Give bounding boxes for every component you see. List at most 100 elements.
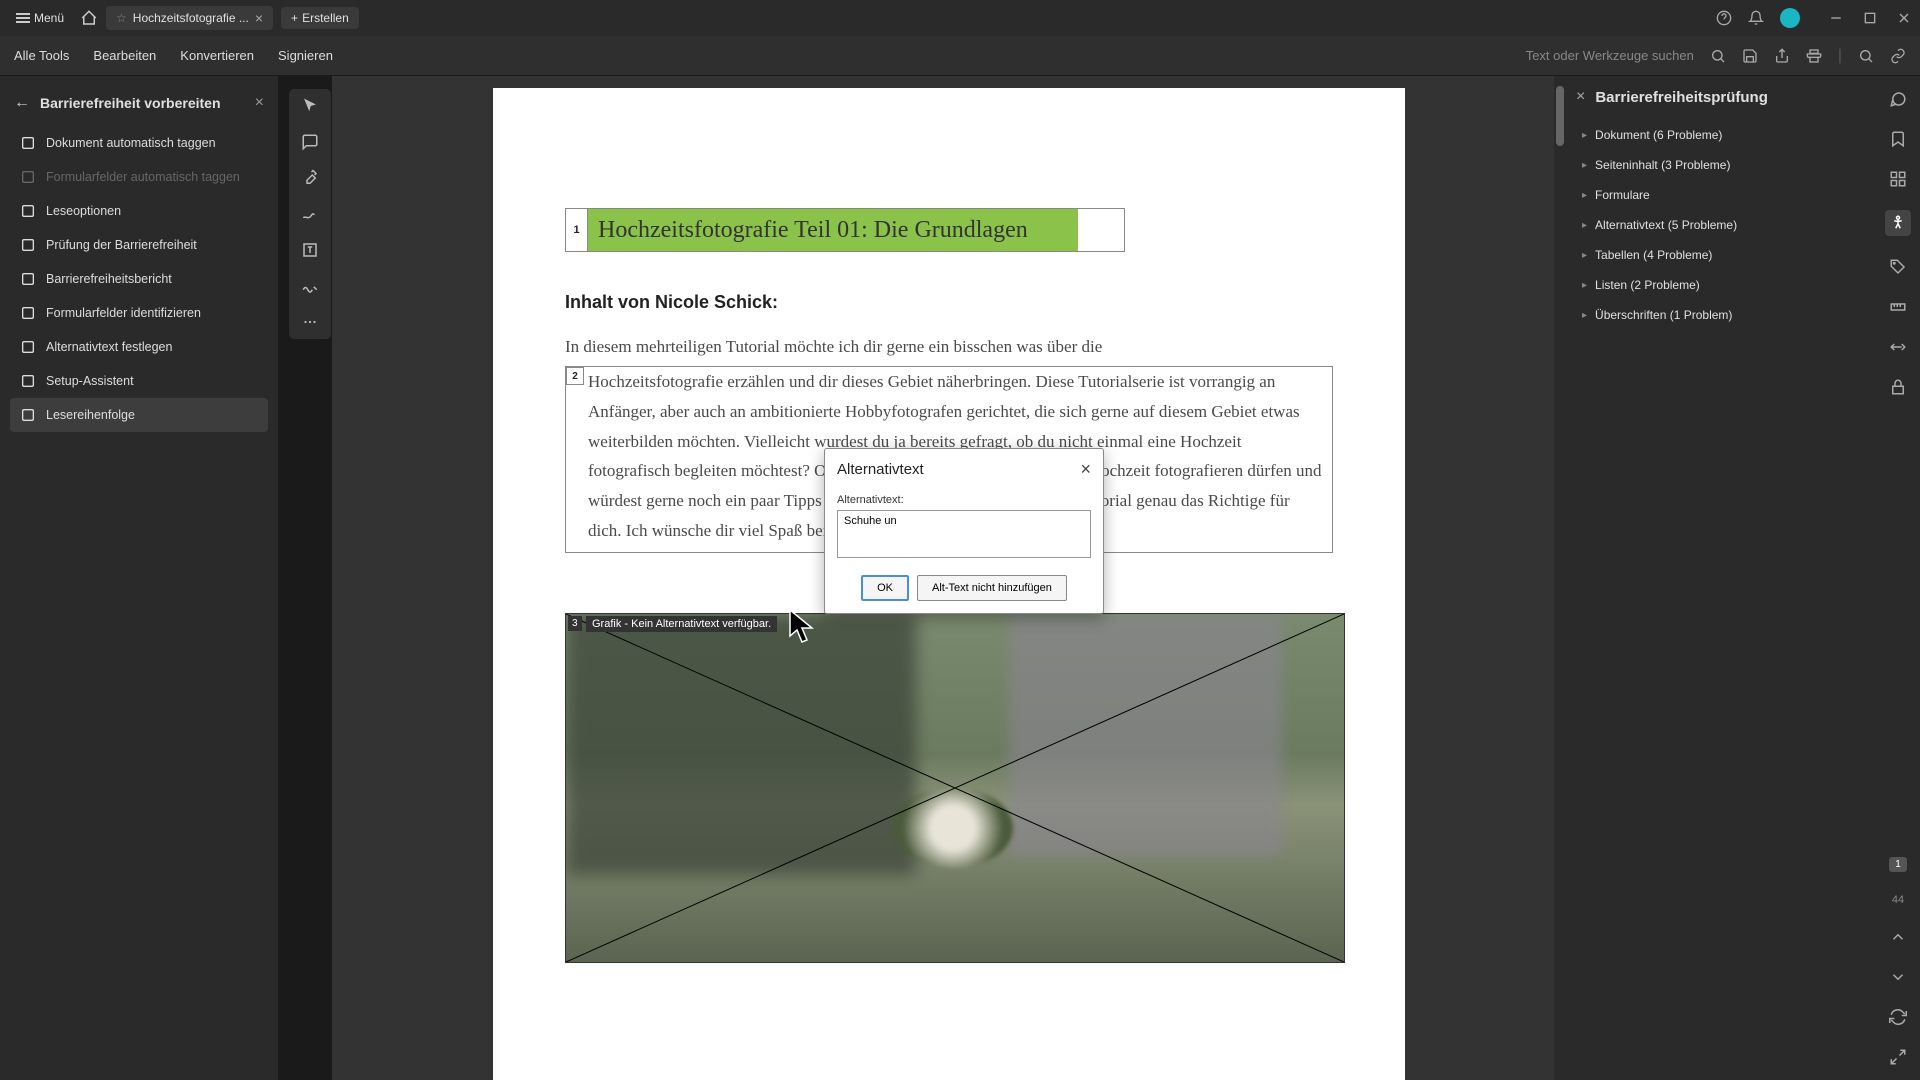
check-item-5[interactable]: ▸Listen (2 Probleme) — [1576, 270, 1866, 300]
item-icon — [20, 373, 36, 389]
find-icon[interactable] — [1858, 48, 1874, 64]
sidebar-item-label: Barrierefreiheitsbericht — [46, 272, 172, 286]
item-icon — [20, 407, 36, 423]
back-arrow-icon[interactable]: ← — [14, 94, 30, 112]
ok-button[interactable]: OK — [861, 575, 909, 601]
chevron-right-icon: ▸ — [1582, 310, 1587, 321]
item-icon — [20, 339, 36, 355]
print-icon[interactable] — [1806, 48, 1822, 64]
close-icon[interactable] — [1896, 10, 1912, 26]
accessibility-icon[interactable] — [1885, 210, 1911, 236]
left-panel: ← Barrierefreiheit vorbereiten × Dokumen… — [0, 76, 278, 1080]
text-icon[interactable] — [301, 241, 319, 259]
check-item-0[interactable]: ▸Dokument (6 Probleme) — [1576, 120, 1866, 150]
check-item-label: Dokument (6 Probleme) — [1595, 128, 1722, 142]
document-tab[interactable]: ☆ Hochzeitsfotografie ... × — [106, 6, 273, 30]
check-item-2[interactable]: ▸Formulare — [1576, 180, 1866, 210]
sidebar-item-2[interactable]: Leseoptionen — [10, 194, 268, 228]
refresh-icon[interactable] — [1889, 1008, 1907, 1026]
alt-text-dialog: Alternativtext × Alternativtext: Schuhe … — [824, 448, 1104, 614]
link-icon[interactable] — [1890, 48, 1906, 64]
check-item-label: Formulare — [1595, 188, 1650, 202]
draw-icon[interactable] — [301, 205, 319, 223]
sidebar-item-8[interactable]: Lesereihenfolge — [10, 398, 268, 432]
comment-icon[interactable] — [301, 133, 319, 151]
sign-button[interactable]: Signieren — [278, 48, 333, 63]
check-item-4[interactable]: ▸Tabellen (4 Probleme) — [1576, 240, 1866, 270]
check-item-label: Alternativtext (5 Probleme) — [1595, 218, 1737, 232]
dialog-close-icon[interactable]: × — [1080, 459, 1091, 480]
dialog-label: Alternativtext: — [837, 494, 1091, 506]
minimize-icon[interactable] — [1828, 10, 1844, 26]
right-panel-close-icon[interactable]: × — [1576, 88, 1585, 106]
vertical-scrollbar[interactable] — [1554, 76, 1566, 1080]
menu-label: Menü — [34, 11, 64, 25]
ruler-icon[interactable] — [1889, 298, 1907, 316]
bookmark-icon[interactable] — [1889, 130, 1907, 148]
right-panel-title: Barrierefreiheitsprüfung — [1595, 89, 1768, 106]
create-label: Erstellen — [302, 11, 349, 25]
swap-icon[interactable] — [1889, 338, 1907, 356]
lock-icon[interactable] — [1889, 378, 1907, 396]
sidebar-item-label: Prüfung der Barrierefreiheit — [46, 238, 197, 252]
help-icon[interactable] — [1716, 10, 1732, 26]
chevron-down-icon[interactable] — [1889, 968, 1907, 986]
highlight-icon[interactable] — [301, 169, 319, 187]
chevron-up-icon[interactable] — [1889, 928, 1907, 946]
tool-strip — [288, 88, 332, 340]
toolbar: Alle Tools Bearbeiten Konvertieren Signi… — [0, 36, 1920, 76]
skip-button[interactable]: Alt-Text nicht hinzufügen — [917, 575, 1067, 601]
avatar[interactable] — [1780, 8, 1800, 28]
chat-icon[interactable] — [1889, 90, 1907, 108]
sidebar-item-label: Leseoptionen — [46, 204, 121, 218]
expand-icon[interactable] — [1889, 1048, 1907, 1066]
create-button[interactable]: + Erstellen — [281, 7, 359, 29]
edit-button[interactable]: Bearbeiten — [93, 48, 156, 63]
sidebar-item-label: Formularfelder automatisch taggen — [46, 170, 240, 184]
item-icon — [20, 305, 36, 321]
sidebar-item-label: Formularfelder identifizieren — [46, 306, 201, 320]
image-tag-box[interactable]: 3 Grafik - Kein Alternativtext verfügbar… — [565, 613, 1345, 963]
hamburger-icon — [16, 13, 30, 23]
check-item-label: Listen (2 Probleme) — [1595, 278, 1700, 292]
check-item-1[interactable]: ▸Seiteninhalt (3 Probleme) — [1576, 150, 1866, 180]
check-item-6[interactable]: ▸ Überschriften (1 Problem) — [1576, 300, 1866, 330]
menu-button[interactable]: Menü — [8, 7, 72, 29]
alt-text-input[interactable]: Schuhe un — [837, 510, 1091, 558]
sidebar-item-3[interactable]: Prüfung der Barrierefreiheit — [10, 228, 268, 262]
pointer-icon[interactable] — [301, 97, 319, 115]
image-alt-label: Grafik - Kein Alternativtext verfügbar. — [586, 616, 777, 632]
page-current[interactable]: 1 — [1889, 857, 1907, 872]
all-tools-button[interactable]: Alle Tools — [14, 48, 69, 63]
sidebar-item-label: Lesereihenfolge — [46, 408, 135, 422]
maximize-icon[interactable] — [1862, 10, 1878, 26]
page-heading: Hochzeitsfotografie Teil 01: Die Grundla… — [588, 209, 1078, 251]
left-panel-title: Barrierefreiheit vorbereiten — [40, 94, 245, 112]
check-item-3[interactable]: ▸Alternativtext (5 Probleme) — [1576, 210, 1866, 240]
convert-button[interactable]: Konvertieren — [180, 48, 254, 63]
heading-tag-box[interactable]: 1 Hochzeitsfotografie Teil 01: Die Grund… — [565, 208, 1125, 252]
item-icon — [20, 237, 36, 253]
page-total: 44 — [1892, 894, 1904, 906]
home-icon[interactable] — [80, 9, 98, 27]
more-icon[interactable] — [301, 313, 319, 331]
save-icon[interactable] — [1742, 48, 1758, 64]
share-icon[interactable] — [1774, 48, 1790, 64]
sidebar-item-label: Alternativtext festlegen — [46, 340, 172, 354]
sidebar-item-4[interactable]: Barrierefreiheitsbericht — [10, 262, 268, 296]
search-icon[interactable] — [1710, 48, 1726, 64]
tag-icon[interactable] — [1889, 258, 1907, 276]
sign-icon[interactable] — [301, 277, 319, 295]
sidebar-item-label: Dokument automatisch taggen — [46, 136, 216, 150]
bell-icon[interactable] — [1748, 10, 1764, 26]
grid-icon[interactable] — [1889, 170, 1907, 188]
sidebar-item-5[interactable]: Formularfelder identifizieren — [10, 296, 268, 330]
sidebar-item-7[interactable]: Setup-Assistent — [10, 364, 268, 398]
sidebar-item-0[interactable]: Dokument automatisch taggen — [10, 126, 268, 160]
panel-close-icon[interactable]: × — [255, 94, 264, 112]
check-item-label: Überschriften (1 Problem) — [1595, 308, 1732, 322]
tab-close-icon[interactable]: × — [255, 10, 263, 26]
right-rail: 1 44 — [1876, 76, 1920, 1080]
search-placeholder[interactable]: Text oder Werkzeuge suchen — [1526, 48, 1694, 63]
sidebar-item-6[interactable]: Alternativtext festlegen — [10, 330, 268, 364]
